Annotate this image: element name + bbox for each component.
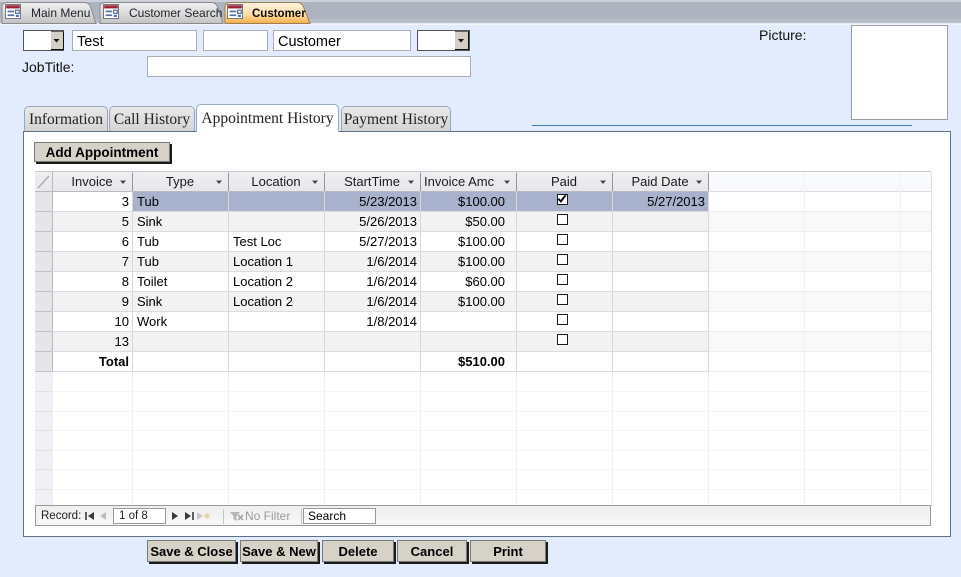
svg-text:Main Menu: Main Menu: [31, 6, 90, 20]
svg-text:Customer Search: Customer Search: [129, 6, 222, 20]
svg-text:Customer: Customer: [252, 8, 306, 20]
